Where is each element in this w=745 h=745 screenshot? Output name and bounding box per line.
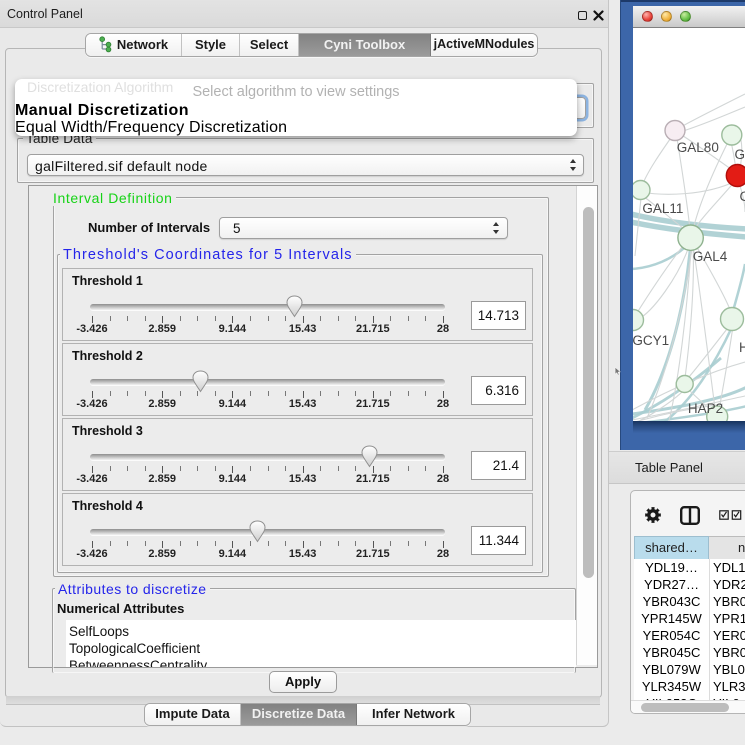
svg-text:GA: GA xyxy=(735,147,745,162)
svg-text:C: C xyxy=(740,189,745,204)
svg-text:HAP2: HAP2 xyxy=(688,401,723,416)
svg-text:GAL11: GAL11 xyxy=(642,201,683,216)
svg-text:GAL4: GAL4 xyxy=(693,249,728,264)
svg-text:GAL80: GAL80 xyxy=(677,140,719,155)
svg-text:H: H xyxy=(739,340,745,355)
svg-text:GCY1: GCY1 xyxy=(633,333,669,348)
